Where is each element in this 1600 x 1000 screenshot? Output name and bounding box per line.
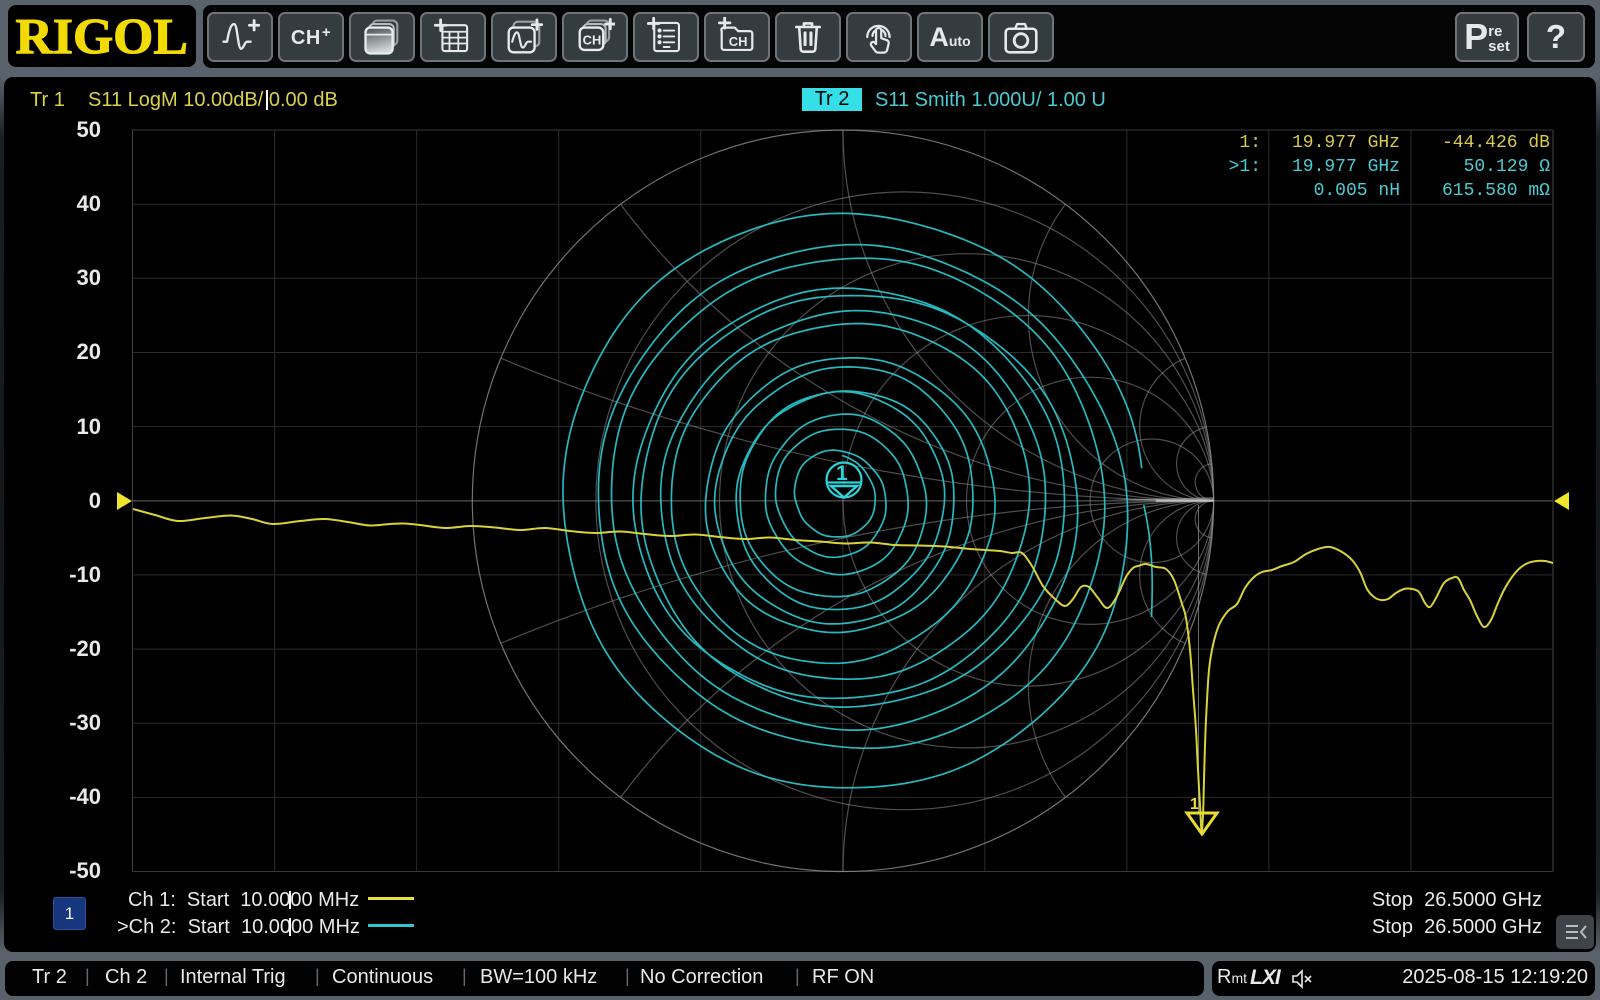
svg-text:CH: CH: [583, 33, 602, 48]
svg-text:CH: CH: [729, 34, 748, 49]
